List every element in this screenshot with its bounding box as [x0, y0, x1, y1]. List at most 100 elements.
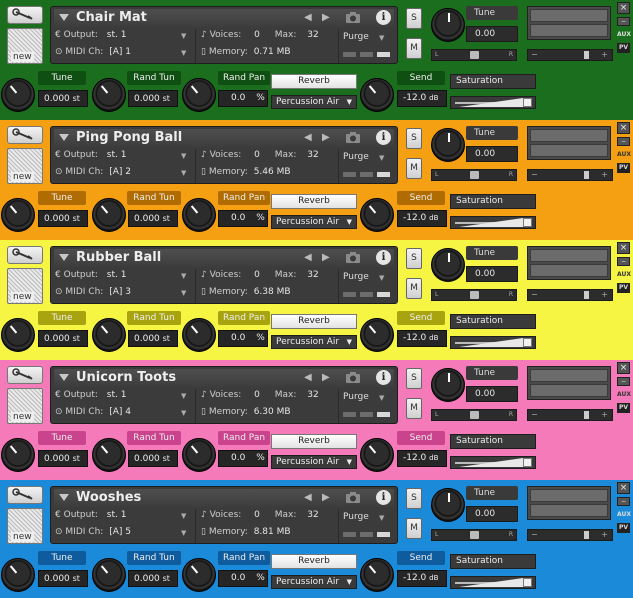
purge-dropdown-icon[interactable]: ▼	[379, 34, 384, 42]
close-button[interactable]: ×	[617, 482, 630, 494]
midi-row[interactable]: ⊙ MIDI Ch: [A] 4	[55, 407, 131, 417]
max-value[interactable]: 32	[307, 30, 318, 40]
output-dropdown-icon[interactable]: ▼	[181, 512, 186, 520]
rand-tune-knob[interactable]	[92, 198, 126, 232]
volume-slider[interactable]: − +	[527, 409, 613, 421]
mute-button[interactable]: M	[406, 518, 422, 539]
next-arrow-icon[interactable]: ▶	[322, 12, 330, 23]
reverb-button[interactable]: Reverb	[271, 314, 357, 329]
purge-dropdown-icon[interactable]: ▼	[379, 394, 384, 402]
percussion-preset-select[interactable]: Percussion Air ▼	[271, 575, 357, 589]
output-row[interactable]: € Output: st. 1	[55, 510, 126, 520]
camera-icon[interactable]	[345, 131, 361, 144]
aux-button[interactable]: AUX	[617, 510, 631, 520]
saturation-button[interactable]: Saturation	[450, 74, 536, 89]
rand-pan-value[interactable]: 0.0 %	[218, 570, 268, 587]
tune-knob[interactable]	[431, 128, 465, 162]
rand-pan-value[interactable]: 0.0 %	[218, 210, 268, 227]
send-value[interactable]: -12.0 dB	[397, 90, 447, 107]
rand-pan-knob[interactable]	[182, 78, 216, 112]
next-arrow-icon[interactable]: ▶	[322, 372, 330, 383]
volume-minus-icon[interactable]: −	[531, 50, 538, 59]
volume-plus-icon[interactable]: +	[601, 290, 608, 299]
solo-button[interactable]: S	[406, 368, 422, 389]
instrument-icon[interactable]: new	[7, 28, 43, 64]
mute-button[interactable]: M	[406, 278, 422, 299]
pan-thumb[interactable]	[470, 51, 479, 59]
camera-icon[interactable]	[345, 491, 361, 504]
tune-knob-bottom[interactable]	[1, 438, 35, 472]
send-knob[interactable]	[360, 318, 394, 352]
rand-tune-value[interactable]: 0.000 st	[128, 330, 178, 347]
volume-plus-icon[interactable]: +	[601, 50, 608, 59]
send-value[interactable]: -12.0 dB	[397, 450, 447, 467]
send-knob[interactable]	[360, 558, 394, 592]
rand-tune-knob[interactable]	[92, 438, 126, 472]
volume-slider[interactable]: − +	[527, 529, 613, 541]
pan-thumb[interactable]	[470, 411, 479, 419]
aux-button[interactable]: AUX	[617, 30, 631, 40]
aux-button[interactable]: AUX	[617, 390, 631, 400]
tune-knob-bottom[interactable]	[1, 198, 35, 232]
instrument-icon[interactable]: new	[7, 148, 43, 184]
midi-row[interactable]: ⊙ MIDI Ch: [A] 2	[55, 167, 131, 177]
close-button[interactable]: ×	[617, 362, 630, 374]
output-row[interactable]: € Output: st. 1	[55, 270, 126, 280]
rand-tune-value[interactable]: 0.000 st	[128, 450, 178, 467]
percussion-preset-select[interactable]: Percussion Air ▼	[271, 215, 357, 229]
rand-tune-knob[interactable]	[92, 78, 126, 112]
volume-thumb[interactable]	[584, 291, 589, 299]
volume-thumb[interactable]	[584, 411, 589, 419]
purge-button[interactable]: Purge	[343, 512, 369, 522]
purge-button[interactable]: Purge	[343, 392, 369, 402]
prev-arrow-icon[interactable]: ◀	[304, 12, 312, 23]
aux-button[interactable]: AUX	[617, 270, 631, 280]
tune-knob-bottom[interactable]	[1, 78, 35, 112]
instrument-name[interactable]: Unicorn Toots	[76, 370, 176, 385]
camera-icon[interactable]	[345, 11, 361, 24]
minimize-button[interactable]: −	[617, 137, 630, 146]
tune-value[interactable]: 0.00	[466, 386, 518, 402]
volume-slider[interactable]: − +	[527, 169, 613, 181]
rand-pan-knob[interactable]	[182, 438, 216, 472]
purge-button[interactable]: Purge	[343, 272, 369, 282]
saturation-slider[interactable]	[450, 576, 536, 589]
collapse-triangle-icon[interactable]	[59, 374, 69, 381]
tune-knob-bottom[interactable]	[1, 318, 35, 352]
solo-button[interactable]: S	[406, 488, 422, 509]
instrument-name[interactable]: Ping Pong Ball	[76, 130, 182, 145]
purge-button[interactable]: Purge	[343, 152, 369, 162]
send-knob[interactable]	[360, 78, 394, 112]
mute-button[interactable]: M	[406, 38, 422, 59]
send-value[interactable]: -12.0 dB	[397, 570, 447, 587]
saturation-slider[interactable]	[450, 456, 536, 469]
max-value[interactable]: 32	[307, 390, 318, 400]
tune-value[interactable]: 0.00	[466, 146, 518, 162]
rand-tune-knob[interactable]	[92, 318, 126, 352]
midi-row[interactable]: ⊙ MIDI Ch: [A] 1	[55, 47, 131, 57]
bottom-tune-value[interactable]: 0.000 st	[38, 450, 88, 467]
volume-slider[interactable]: − +	[527, 49, 613, 61]
midi-dropdown-icon[interactable]: ▼	[181, 289, 186, 297]
wrench-icon[interactable]	[7, 6, 43, 24]
purge-dropdown-icon[interactable]: ▼	[379, 154, 384, 162]
send-value[interactable]: -12.0 dB	[397, 210, 447, 227]
pan-slider[interactable]: L R	[431, 529, 517, 541]
info-icon[interactable]: i	[376, 490, 391, 505]
volume-plus-icon[interactable]: +	[601, 530, 608, 539]
next-arrow-icon[interactable]: ▶	[322, 252, 330, 263]
saturation-thumb[interactable]	[523, 578, 532, 587]
purge-dropdown-icon[interactable]: ▼	[379, 274, 384, 282]
next-arrow-icon[interactable]: ▶	[322, 492, 330, 503]
instrument-icon[interactable]: new	[7, 268, 43, 304]
tune-knob[interactable]	[431, 488, 465, 522]
saturation-button[interactable]: Saturation	[450, 554, 536, 569]
pv-button[interactable]: PV	[617, 163, 630, 173]
prev-arrow-icon[interactable]: ◀	[304, 372, 312, 383]
volume-thumb[interactable]	[584, 531, 589, 539]
saturation-thumb[interactable]	[523, 338, 532, 347]
volume-plus-icon[interactable]: +	[601, 410, 608, 419]
saturation-slider[interactable]	[450, 216, 536, 229]
info-icon[interactable]: i	[376, 10, 391, 25]
tune-knob[interactable]	[431, 248, 465, 282]
